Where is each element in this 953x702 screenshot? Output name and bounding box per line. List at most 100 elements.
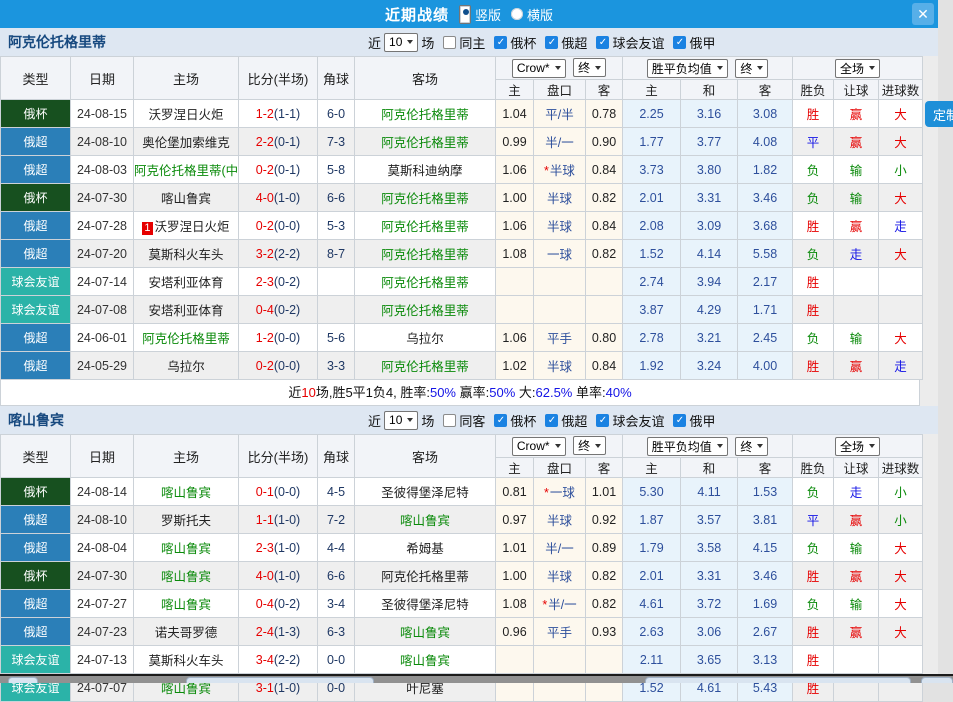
odds-group: Crow* 终 xyxy=(496,57,623,80)
result-handicap xyxy=(834,646,879,674)
sub-wdl: 胜负 xyxy=(793,458,834,478)
near-count-select[interactable]: 10 xyxy=(384,33,418,52)
avg-period-select[interactable]: 终 xyxy=(735,437,768,456)
avg-away-odds: 5.58 xyxy=(738,240,793,268)
result-handicap: 走 xyxy=(834,478,879,506)
match-date: 24-05-29 xyxy=(71,352,134,380)
avg-away-odds: 4.15 xyxy=(738,534,793,562)
rounds-label: 场 xyxy=(421,411,434,430)
customize-button[interactable]: 定制 xyxy=(925,101,953,127)
avg-group: 胜平负均值 终 xyxy=(623,435,793,458)
league-badge: 俄超 xyxy=(1,618,71,646)
sub-handicap: 盘口 xyxy=(534,458,586,478)
fulltime-select[interactable]: 全场 xyxy=(835,59,880,78)
home-team: 阿克伦托格里蒂(中) xyxy=(134,156,239,184)
result-handicap: 输 xyxy=(834,324,879,352)
result-goals: 走 xyxy=(879,212,923,240)
league-badge: 球会友谊 xyxy=(1,296,71,324)
period-select[interactable]: 终 xyxy=(573,436,606,455)
league-super-checkbox[interactable] xyxy=(545,414,558,427)
match-date: 24-08-03 xyxy=(71,156,134,184)
bookmaker-select[interactable]: Crow* xyxy=(512,59,566,78)
corners xyxy=(318,296,355,324)
match-date: 24-07-08 xyxy=(71,296,134,324)
same-home-checkbox[interactable] xyxy=(443,36,456,49)
layout-radio-vertical[interactable]: 竖版 xyxy=(459,5,501,24)
col-home: 主场 xyxy=(134,435,239,478)
team-title: 阿克伦托格里蒂 xyxy=(8,32,106,52)
match-date: 24-08-15 xyxy=(71,100,134,128)
league-super-checkbox[interactable] xyxy=(545,36,558,49)
sub-home: 主 xyxy=(496,458,534,478)
crow-away-odds: 0.92 xyxy=(586,506,623,534)
match-score: 0-2(0-0) xyxy=(239,352,318,380)
avg-draw-odds: 3.77 xyxy=(681,128,738,156)
period-select[interactable]: 终 xyxy=(573,58,606,77)
match-score: 3-4(2-2) xyxy=(239,646,318,674)
matches-table-2: 类型 日期 主场 比分(半场) 角球 客场 Crow* 终 胜平负均值 终 全场 xyxy=(0,434,923,702)
avg-away-odds: 4.00 xyxy=(738,352,793,380)
avg-home-odds: 2.08 xyxy=(623,212,681,240)
corners: 6-6 xyxy=(318,184,355,212)
result-wdl: 负 xyxy=(793,156,834,184)
table-row: 球会友谊24-07-08安塔利亚体育0-4(0-2)阿克伦托格里蒂3.874.2… xyxy=(1,296,923,324)
avg-select[interactable]: 胜平负均值 xyxy=(647,437,728,456)
same-home-label: 同主 xyxy=(459,33,485,52)
match-score: 3-2(2-2) xyxy=(239,240,318,268)
chevron-down-icon xyxy=(595,66,601,70)
col-home: 主场 xyxy=(134,57,239,100)
filter-bar: 近 10 场 同主 俄杯 俄超 球会友谊 俄甲 xyxy=(368,33,715,52)
result-wdl: 平 xyxy=(793,506,834,534)
corners: 5-6 xyxy=(318,324,355,352)
layout-radio-horizontal[interactable]: 横版 xyxy=(511,5,553,24)
crow-home-odds: 0.81 xyxy=(496,478,534,506)
sub-avg-away: 客 xyxy=(738,80,793,100)
match-score: 0-4(0-2) xyxy=(239,590,318,618)
avg-select[interactable]: 胜平负均值 xyxy=(647,59,728,78)
result-handicap: 赢 xyxy=(834,100,879,128)
col-type: 类型 xyxy=(1,435,71,478)
league-friendly-checkbox[interactable] xyxy=(596,36,609,49)
avg-period-select[interactable]: 终 xyxy=(735,59,768,78)
fulltime-select[interactable]: 全场 xyxy=(835,437,880,456)
league-badge: 俄超 xyxy=(1,590,71,618)
crow-away-odds: 0.82 xyxy=(586,562,623,590)
league-cup-checkbox[interactable] xyxy=(494,414,507,427)
page-title: 近期战绩 xyxy=(385,4,449,25)
same-away-checkbox[interactable] xyxy=(443,414,456,427)
match-score: 1-2(1-1) xyxy=(239,100,318,128)
league-badge: 俄超 xyxy=(1,534,71,562)
handicap xyxy=(534,268,586,296)
match-score: 4-0(1-0) xyxy=(239,184,318,212)
handicap xyxy=(534,646,586,674)
result-handicap: 赢 xyxy=(834,128,879,156)
match-date: 24-06-01 xyxy=(71,324,134,352)
home-team: 沃罗涅日火炬 xyxy=(134,100,239,128)
sub-let: 让球 xyxy=(834,458,879,478)
avg-draw-odds: 3.72 xyxy=(681,590,738,618)
table-row: 俄超24-06-01阿克伦托格里蒂1-2(0-0)5-6乌拉尔1.06平手0.8… xyxy=(1,324,923,352)
recent-results-panel: 近期战绩 竖版 横版 ✕ 阿克伦托格里蒂 近 10 场 同主 俄杯 俄超 球会友… xyxy=(0,0,938,683)
background-window-tab xyxy=(186,677,374,683)
avg-home-odds: 2.01 xyxy=(623,562,681,590)
league-cup-checkbox[interactable] xyxy=(494,36,507,49)
chevron-down-icon xyxy=(717,66,723,70)
result-goals xyxy=(879,296,923,324)
star-icon: * xyxy=(542,598,547,612)
league-d2-checkbox[interactable] xyxy=(673,414,686,427)
matches-table-1: 类型 日期 主场 比分(半场) 角球 客场 Crow* 终 胜平负均值 终 全场 xyxy=(0,56,923,380)
result-wdl: 平 xyxy=(793,128,834,156)
league-d2-checkbox[interactable] xyxy=(673,36,686,49)
home-team: 1沃罗涅日火炬 xyxy=(134,212,239,240)
table-row: 俄超24-08-03阿克伦托格里蒂(中)0-2(0-1)5-8莫斯科迪纳摩1.0… xyxy=(1,156,923,184)
crow-home-odds: 0.99 xyxy=(496,128,534,156)
crow-home-odds: 1.06 xyxy=(496,212,534,240)
league-friendly-checkbox[interactable] xyxy=(596,414,609,427)
result-goals: 大 xyxy=(879,590,923,618)
near-count-select[interactable]: 10 xyxy=(384,411,418,430)
result-goals xyxy=(879,268,923,296)
close-icon[interactable]: ✕ xyxy=(912,3,934,25)
avg-home-odds: 3.73 xyxy=(623,156,681,184)
result-goals: 小 xyxy=(879,506,923,534)
bookmaker-select[interactable]: Crow* xyxy=(512,437,566,456)
